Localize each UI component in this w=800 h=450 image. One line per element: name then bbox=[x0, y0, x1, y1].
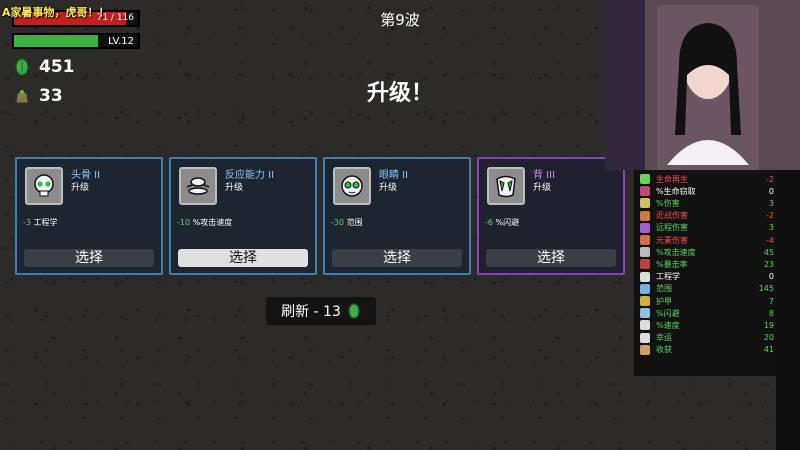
card-name: 背 III bbox=[533, 170, 556, 181]
stat-value: 19 bbox=[763, 320, 774, 330]
webcam-overlay bbox=[605, 0, 800, 170]
experience-bar-fill bbox=[14, 35, 99, 47]
stat-row: 生命再生 -2 bbox=[640, 173, 776, 185]
stat-icon bbox=[640, 296, 650, 306]
experience-bar: LV.12 bbox=[12, 33, 140, 49]
stat-row: 幸运 20 bbox=[640, 332, 776, 344]
stat-value: 7 bbox=[768, 296, 774, 306]
stat-label: 生命再生 bbox=[656, 174, 688, 184]
stat-label: %速度 bbox=[656, 320, 680, 330]
stat-value: 45 bbox=[763, 247, 774, 257]
back-icon bbox=[487, 167, 525, 205]
stat-icon bbox=[640, 320, 650, 331]
stat-label: 元素伤害 bbox=[656, 235, 688, 245]
panel-edge bbox=[776, 170, 800, 450]
stat-value: 0 bbox=[768, 272, 774, 282]
stat-icon bbox=[640, 283, 650, 294]
upgrade-card-eyes[interactable]: 眼睛 II 升级 -30 范围 选择 bbox=[323, 157, 471, 275]
stat-value: 41 bbox=[763, 345, 774, 355]
stat-icon bbox=[640, 222, 650, 233]
streamer-image bbox=[657, 5, 759, 170]
stat-icon bbox=[640, 259, 650, 270]
stat-label: %暴击率 bbox=[656, 259, 688, 269]
stat-label: 远程伤害 bbox=[656, 223, 688, 233]
card-effect: -10 %攻击速度 bbox=[177, 218, 233, 227]
stat-icon bbox=[640, 186, 650, 197]
stat-row: %伤害 3 bbox=[640, 197, 776, 209]
stat-value: -4 bbox=[766, 235, 774, 245]
stat-icon bbox=[640, 332, 650, 343]
stat-icon bbox=[640, 344, 650, 355]
stat-row: %生命窃取 0 bbox=[640, 185, 776, 197]
stat-value: -2 bbox=[766, 174, 774, 184]
stat-icon bbox=[640, 247, 650, 258]
eyes-icon bbox=[333, 167, 371, 205]
stat-label: 范围 bbox=[656, 284, 672, 294]
select-button[interactable]: 选择 bbox=[486, 249, 616, 267]
stat-row: %攻击速度 45 bbox=[640, 246, 776, 258]
stat-row: 远程伤害 3 bbox=[640, 222, 776, 234]
stat-label: 护甲 bbox=[656, 296, 672, 306]
material-icon bbox=[348, 303, 360, 319]
upgrade-card-reflexes[interactable]: 反应能力 II 升级 -10 %攻击速度 选择 bbox=[169, 157, 317, 275]
level-text: LV.12 bbox=[108, 36, 134, 47]
stat-label: %伤害 bbox=[656, 198, 680, 208]
stat-label: %生命窃取 bbox=[656, 186, 696, 196]
card-name: 眼睛 II bbox=[379, 170, 409, 181]
upgrade-card-back[interactable]: 背 III 升级 -6 %闪避 选择 bbox=[477, 157, 625, 275]
select-button[interactable]: 选择 bbox=[332, 249, 462, 267]
upgrade-card-skull[interactable]: 头骨 II 升级 -3 工程学 选择 bbox=[15, 157, 163, 275]
stat-value: 3 bbox=[768, 198, 774, 208]
card-name: 反应能力 II bbox=[225, 170, 275, 181]
card-effect: -30 范围 bbox=[331, 218, 363, 227]
stat-icon bbox=[640, 198, 650, 209]
reflex-icon bbox=[179, 167, 217, 205]
card-subtitle: 升级 bbox=[533, 183, 552, 193]
stat-label: 幸运 bbox=[656, 333, 672, 343]
stat-value: 0 bbox=[768, 186, 774, 196]
stat-value: 8 bbox=[768, 308, 774, 318]
stat-value: 23 bbox=[763, 259, 774, 269]
stat-row: 工程学 0 bbox=[640, 271, 776, 283]
stat-label: 收获 bbox=[656, 345, 672, 355]
stat-row: %暴击率 23 bbox=[640, 258, 776, 270]
stat-row: %速度 19 bbox=[640, 319, 776, 331]
stats-panel: 生命再生 -2 %生命窃取 0 %伤害 3 近战伤害 -2 远程伤害 3 元素伤害 -4 %攻击速度 45… bbox=[634, 170, 776, 376]
stat-icon bbox=[640, 210, 650, 221]
stat-value: -2 bbox=[766, 211, 774, 221]
stat-row: %闪避 8 bbox=[640, 307, 776, 319]
stat-icon bbox=[640, 174, 650, 184]
stat-label: %攻击速度 bbox=[656, 247, 696, 257]
stat-row: 元素伤害 -4 bbox=[640, 234, 776, 246]
material-icon bbox=[15, 58, 29, 76]
materials-counter: 451 bbox=[13, 57, 75, 77]
stat-icon bbox=[640, 235, 650, 245]
skull-icon bbox=[25, 167, 63, 205]
card-subtitle: 升级 bbox=[71, 183, 90, 193]
stat-label: %闪避 bbox=[656, 308, 680, 318]
select-button[interactable]: 选择 bbox=[178, 249, 308, 267]
stat-icon bbox=[640, 271, 650, 282]
card-effect: -6 %闪避 bbox=[485, 218, 520, 227]
refresh-label: 刷新 - 13 bbox=[281, 304, 341, 320]
stat-row: 收获 41 bbox=[640, 344, 776, 356]
card-name: 头骨 II bbox=[71, 170, 101, 181]
stat-row: 近战伤害 -2 bbox=[640, 210, 776, 222]
stat-row: 范围 145 bbox=[640, 283, 776, 295]
stat-row: 护甲 7 bbox=[640, 295, 776, 307]
stat-value: 145 bbox=[758, 284, 774, 294]
stat-label: 工程学 bbox=[656, 272, 680, 282]
stat-icon bbox=[640, 308, 650, 319]
stat-value: 20 bbox=[763, 333, 774, 343]
card-subtitle: 升级 bbox=[225, 183, 244, 193]
stat-label: 近战伤害 bbox=[656, 211, 688, 221]
card-subtitle: 升级 bbox=[379, 183, 398, 193]
stat-value: 3 bbox=[768, 223, 774, 233]
select-button[interactable]: 选择 bbox=[24, 249, 154, 267]
materials-value: 451 bbox=[39, 57, 75, 77]
refresh-button[interactable]: 刷新 - 13 bbox=[266, 297, 376, 325]
card-effect: -3 工程学 bbox=[23, 218, 58, 227]
